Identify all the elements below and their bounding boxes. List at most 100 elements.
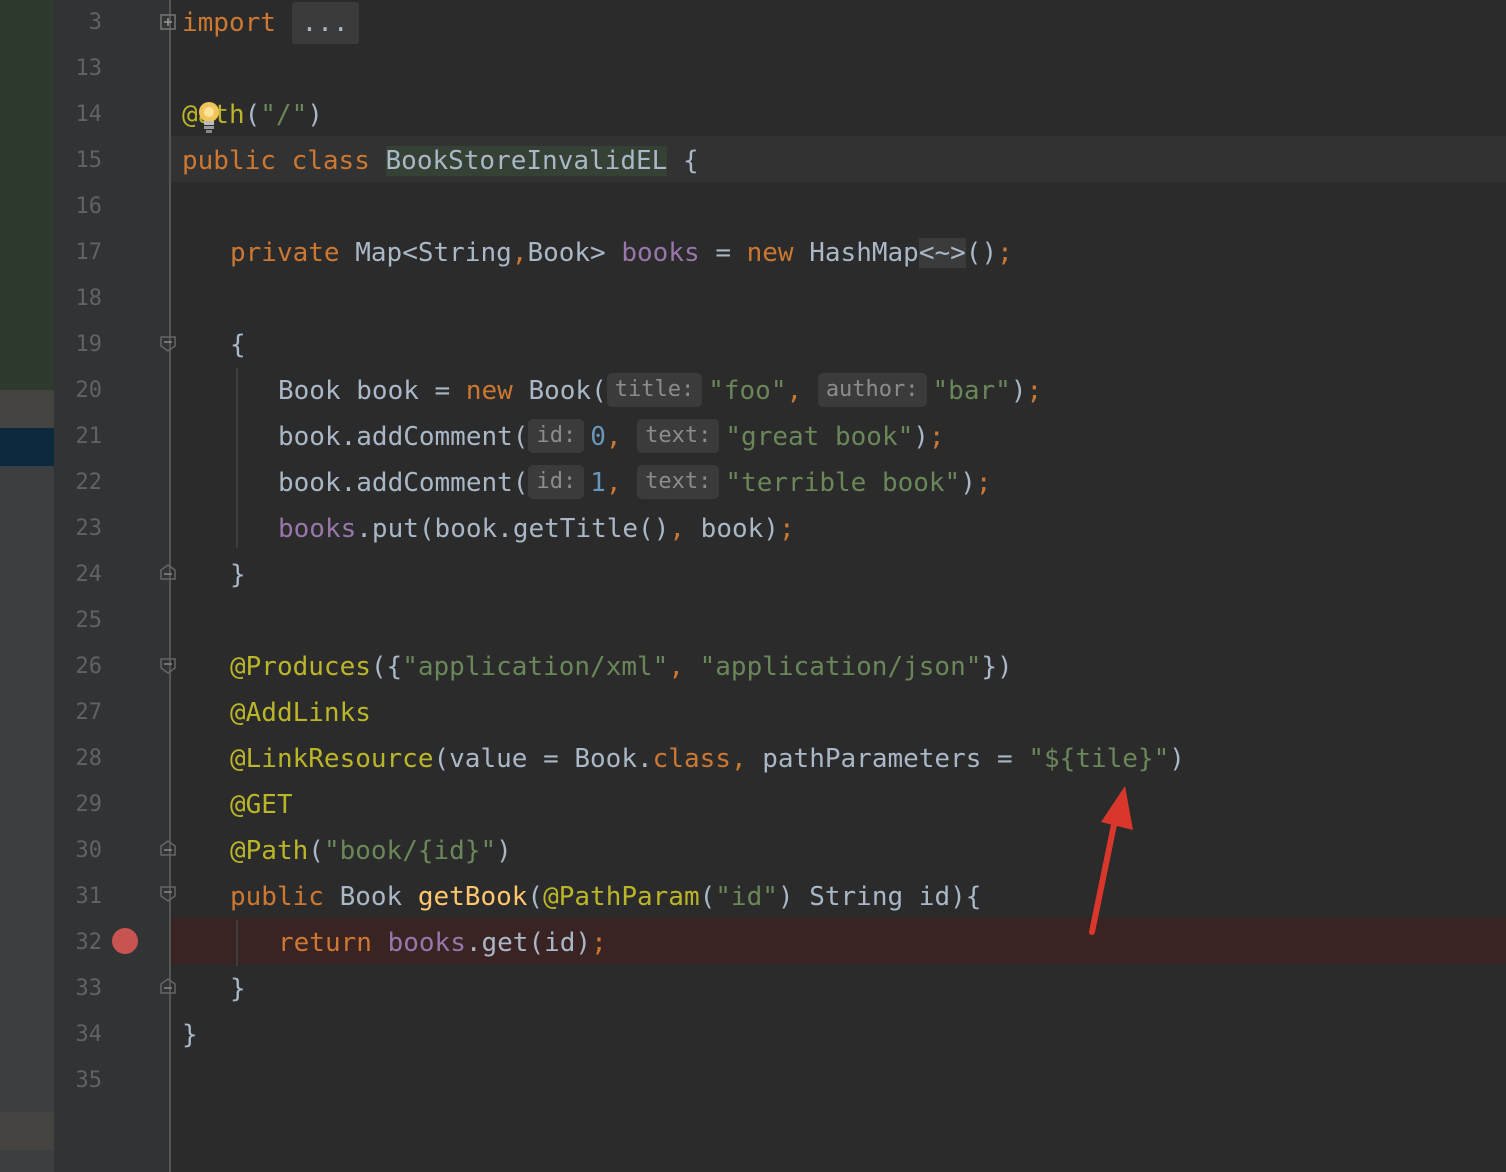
field: books [371, 928, 466, 958]
parameter-hint: id: [528, 464, 585, 499]
code-line-24[interactable]: } [230, 552, 246, 598]
lightbulb-icon[interactable] [196, 100, 222, 134]
punct: , [511, 238, 528, 268]
diamond-operator: <~> [918, 238, 966, 268]
operator: = [715, 238, 731, 268]
punct: , [669, 514, 686, 544]
parameter-hint: author: [817, 372, 927, 407]
breakpoint-icon[interactable] [112, 928, 138, 954]
line-number: 23 [75, 516, 103, 541]
code-line-32[interactable]: return books.get(id); [278, 920, 607, 966]
line-number: 26 [75, 654, 103, 679]
code-line-31[interactable]: public Book getBook(@PathParam("id") Str… [230, 874, 981, 920]
parameter-hint: id: [528, 418, 585, 453]
punct: ({ [370, 652, 403, 682]
fold-end-icon[interactable] [160, 840, 176, 856]
code-line-30[interactable]: @Path("book/{id}") [230, 828, 512, 874]
code-line-21[interactable]: book.addComment(id: 0, text: "great book")… [278, 414, 945, 460]
punct: ; [1026, 376, 1043, 406]
string: "/" [260, 100, 308, 130]
keyword: new [746, 238, 794, 268]
keyword: class [291, 146, 370, 176]
code-line-15[interactable]: public class BookStoreInvalidEL { [182, 138, 699, 184]
string: "great book" [725, 422, 914, 452]
code-line-33[interactable]: } [230, 966, 246, 1012]
code-line-28[interactable]: @LinkResource(value = Book.class, pathPa… [230, 736, 1185, 782]
punct: ; [975, 468, 992, 498]
line-number: 27 [75, 700, 103, 725]
punct: ) [960, 468, 976, 498]
annotation: @GET [230, 790, 293, 820]
diff-marker-added [0, 0, 54, 390]
parameter-hint: text: [637, 418, 720, 453]
class-name: BookStoreInvalidEL [385, 146, 668, 176]
field: books [278, 514, 357, 544]
brace: { [230, 330, 246, 360]
code-line-17[interactable]: private Map<String,Book> books = new Has… [230, 230, 1013, 276]
fold-end-icon[interactable] [160, 564, 176, 580]
code-line-34[interactable]: } [182, 1012, 198, 1058]
number: 0 [590, 422, 606, 452]
punct: ; [591, 928, 607, 958]
line-number: 24 [75, 562, 103, 587]
string: "application/json" [699, 652, 982, 682]
keyword: public [182, 146, 276, 176]
fold-collapse-icon[interactable] [160, 658, 176, 674]
code-line-23[interactable]: books.put(book.getTitle(), book); [278, 506, 795, 552]
fold-collapse-icon[interactable] [160, 886, 176, 902]
keyword: return [278, 928, 372, 958]
punct: ( [527, 882, 544, 912]
keyword: private [230, 238, 340, 268]
brace: } [230, 560, 246, 590]
punct: ) [496, 836, 512, 866]
line-number: 34 [75, 1022, 103, 1047]
code-line-19[interactable]: { [230, 322, 246, 368]
type: HashMap [809, 238, 919, 268]
annotation: @LinkResource [230, 744, 434, 774]
code-line-27[interactable]: @AddLinks [230, 690, 371, 736]
keyword: class [652, 744, 731, 774]
punct: ( [699, 882, 716, 912]
code-line-29[interactable]: @GET [230, 782, 293, 828]
string: "application/xml" [402, 652, 669, 682]
punct: , [605, 468, 622, 498]
line-number: 15 [75, 148, 103, 173]
diff-marker-modified [0, 390, 54, 428]
indent-guide [236, 920, 238, 966]
string: "book/{id}" [323, 836, 497, 866]
diff-marker-selected [0, 428, 54, 466]
keyword: new [465, 376, 513, 406]
fold-end-icon[interactable] [160, 978, 176, 994]
punct: ; [928, 422, 945, 452]
annotation: @Produces [230, 652, 371, 682]
keyword: public [230, 882, 324, 912]
punct: , [668, 652, 684, 682]
line-number: 21 [75, 424, 103, 449]
punct: ( [308, 836, 324, 866]
diff-marker-modified-bottom [0, 1112, 54, 1150]
string: "terrible book" [725, 468, 961, 498]
folded-imports-button[interactable]: ... [291, 2, 359, 44]
parameter-hint: text: [637, 464, 720, 499]
code-line-26[interactable]: @Produces({"application/xml", "applicati… [230, 644, 1013, 690]
code-text: pathParameters = [746, 744, 1029, 774]
keyword: import [182, 8, 276, 38]
punct: }) [981, 652, 1013, 682]
method-name: getBook [417, 882, 528, 912]
punct: ) [307, 100, 323, 130]
brace: { [682, 146, 699, 176]
field: books [621, 238, 700, 268]
fold-expand-icon[interactable] [160, 14, 176, 30]
type: Book [323, 882, 418, 912]
code-text: Book( [512, 376, 607, 406]
fold-collapse-icon[interactable] [160, 336, 176, 352]
brace: } [230, 974, 246, 1004]
line-number: 30 [75, 838, 103, 863]
code-line-22[interactable]: book.addComment(id: 1, text: "terrible boo… [278, 460, 992, 506]
line-number: 35 [75, 1068, 103, 1093]
code-line-3[interactable]: import ... [182, 0, 359, 46]
code-text: ) String id){ [777, 882, 982, 912]
string: "${tile}" [1028, 744, 1170, 774]
code-line-20[interactable]: Book book = new Book(title: "foo", author… [278, 368, 1042, 414]
punct: ) [913, 422, 929, 452]
